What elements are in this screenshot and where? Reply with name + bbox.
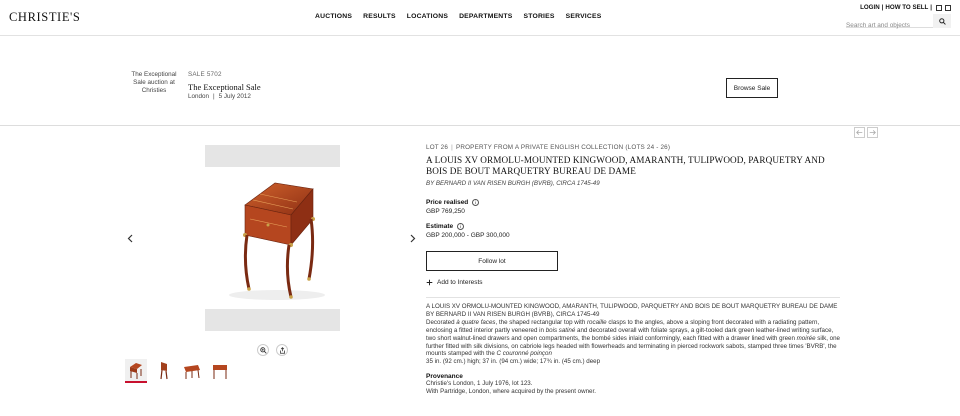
nav-services[interactable]: SERVICES xyxy=(566,13,602,20)
text: Decorated xyxy=(426,318,457,326)
previous-image-button[interactable] xyxy=(125,232,135,244)
thumbnail-strip xyxy=(125,359,231,383)
provenance-heading: Provenance xyxy=(426,373,463,381)
text: moirée xyxy=(796,334,816,342)
text: bois satiné xyxy=(545,326,576,334)
bureau-thumbnail xyxy=(125,359,147,381)
next-image-button[interactable] xyxy=(408,232,418,244)
arrow-left-icon xyxy=(856,130,863,135)
estimate-block: Estimate i GBP 200,000 - GBP 300,000 xyxy=(426,223,840,239)
zoom-icon xyxy=(259,346,267,354)
separator: | xyxy=(881,4,884,11)
main-nav: AUCTIONS RESULTS LOCATIONS DEPARTMENTS S… xyxy=(315,13,601,20)
sale-title[interactable]: The Exceptional Sale xyxy=(188,82,261,92)
search-icon xyxy=(938,17,946,25)
text: C couronné poinçon xyxy=(496,350,552,358)
lot-title: A LOUIS XV ORMOLU-MOUNTED KINGWOOD, AMAR… xyxy=(426,155,825,176)
bureau-image xyxy=(229,182,325,300)
text: , the shaped rectangular top with xyxy=(495,318,587,326)
account-links: LOGIN | HOW TO SELL | xyxy=(860,4,951,11)
nav-results[interactable]: RESULTS xyxy=(363,13,396,20)
provenance-line: With Partridge, London, where acquired b… xyxy=(426,388,596,396)
separator: | xyxy=(213,93,215,100)
nav-auctions[interactable]: AUCTIONS xyxy=(315,13,352,20)
sale-date: 5 July 2012 xyxy=(218,93,251,100)
lot-navigation xyxy=(854,127,878,138)
sale-image[interactable]: The Exceptional Sale auction at Christie… xyxy=(125,71,183,95)
thumbnail-1[interactable] xyxy=(125,359,147,383)
lot-heading: LOT 26 | PROPERTY FROM A PRIVATE ENGLISH C… xyxy=(426,144,840,151)
share-icon xyxy=(279,346,285,354)
zoom-button[interactable] xyxy=(257,344,269,356)
sale-location: London xyxy=(188,93,210,100)
share-button[interactable] xyxy=(276,344,288,356)
text: rocaille xyxy=(587,318,607,326)
nav-departments[interactable]: DEPARTMENTS xyxy=(459,13,512,20)
site-header: CHRISTIE'S AUCTIONS RESULTS LOCATIONS DE… xyxy=(0,0,960,36)
provenance-line: Christie's London, 1 July 1976, lot 123. xyxy=(426,380,533,388)
nav-stories[interactable]: STORIES xyxy=(524,13,555,20)
estimate-label: Estimate xyxy=(426,223,454,230)
follow-lot-button[interactable]: Follow lot xyxy=(426,251,558,271)
search-bar xyxy=(846,14,951,32)
how-to-sell-link[interactable]: HOW TO SELL xyxy=(885,4,928,11)
thumbnail-2[interactable] xyxy=(153,359,175,381)
separator: | xyxy=(451,144,453,151)
sale-location-date: London | 5 July 2012 xyxy=(188,93,251,100)
language-icon[interactable] xyxy=(945,4,951,11)
sale-banner: The Exceptional Sale auction at Christie… xyxy=(0,36,960,126)
add-to-interests-link[interactable]: Add to Interests xyxy=(426,279,840,286)
price-realised-label: Price realised xyxy=(426,199,469,206)
thumbnail-3[interactable] xyxy=(181,359,203,381)
description-title: A LOUIS XV ORMOLU-MOUNTED KINGWOOD, AMAR… xyxy=(426,303,838,310)
estimate-value: GBP 200,000 - GBP 300,000 xyxy=(426,232,510,239)
account-icon[interactable] xyxy=(936,4,942,11)
chevron-left-icon xyxy=(127,234,133,242)
description-body: Decorated à quatre faces, the shaped rec… xyxy=(426,319,840,359)
description-dimensions: 35 in. (92 cm.) high; 37 in. (94 cm.) wi… xyxy=(426,358,601,366)
image-placeholder-top xyxy=(205,145,340,167)
previous-lot-button[interactable] xyxy=(854,127,865,138)
bureau-thumbnail xyxy=(184,365,200,379)
lot-description: A LOUIS XV ORMOLU-MOUNTED KINGWOOD, AMAR… xyxy=(426,303,840,366)
next-lot-button[interactable] xyxy=(867,127,878,138)
login-link[interactable]: LOGIN xyxy=(860,4,880,11)
lot-collection: PROPERTY FROM A PRIVATE ENGLISH COLLECTI… xyxy=(455,144,671,151)
image-placeholder-bottom xyxy=(205,309,340,331)
search-input[interactable] xyxy=(846,19,936,32)
lot-number: LOT 26 xyxy=(426,144,449,151)
add-to-interests-label: Add to Interests xyxy=(437,279,483,286)
info-icon[interactable]: i xyxy=(457,223,465,230)
chevron-right-icon xyxy=(410,234,416,242)
christies-logo[interactable]: CHRISTIE'S xyxy=(9,10,80,25)
price-realised-block: Price realised i GBP 769,250 xyxy=(426,199,840,215)
bureau-thumbnail xyxy=(160,362,168,380)
bureau-thumbnail xyxy=(213,365,227,379)
divider xyxy=(426,297,840,298)
text: à quatre faces xyxy=(456,318,496,326)
info-icon[interactable]: i xyxy=(472,199,480,206)
separator: | xyxy=(930,4,932,11)
browse-sale-button[interactable]: Browse Sale xyxy=(726,78,778,98)
nav-locations[interactable]: LOCATIONS xyxy=(407,13,448,20)
description-maker: BY BERNARD II VAN RISEN BURGH (BVRB), CI… xyxy=(426,310,600,318)
sale-number: SALE 5702 xyxy=(188,71,222,78)
search-button[interactable] xyxy=(933,14,951,28)
price-realised-value: GBP 769,250 xyxy=(426,208,465,215)
lot-details: LOT 26 | PROPERTY FROM A PRIVATE ENGLISH C… xyxy=(426,144,840,396)
thumbnail-4[interactable] xyxy=(209,359,231,381)
lot-main-image[interactable] xyxy=(205,167,340,309)
lot-maker: BY BERNARD II VAN RISEN BURGH (BVRB), CI… xyxy=(426,180,600,187)
plus-icon xyxy=(426,279,433,286)
arrow-right-icon xyxy=(869,130,876,135)
